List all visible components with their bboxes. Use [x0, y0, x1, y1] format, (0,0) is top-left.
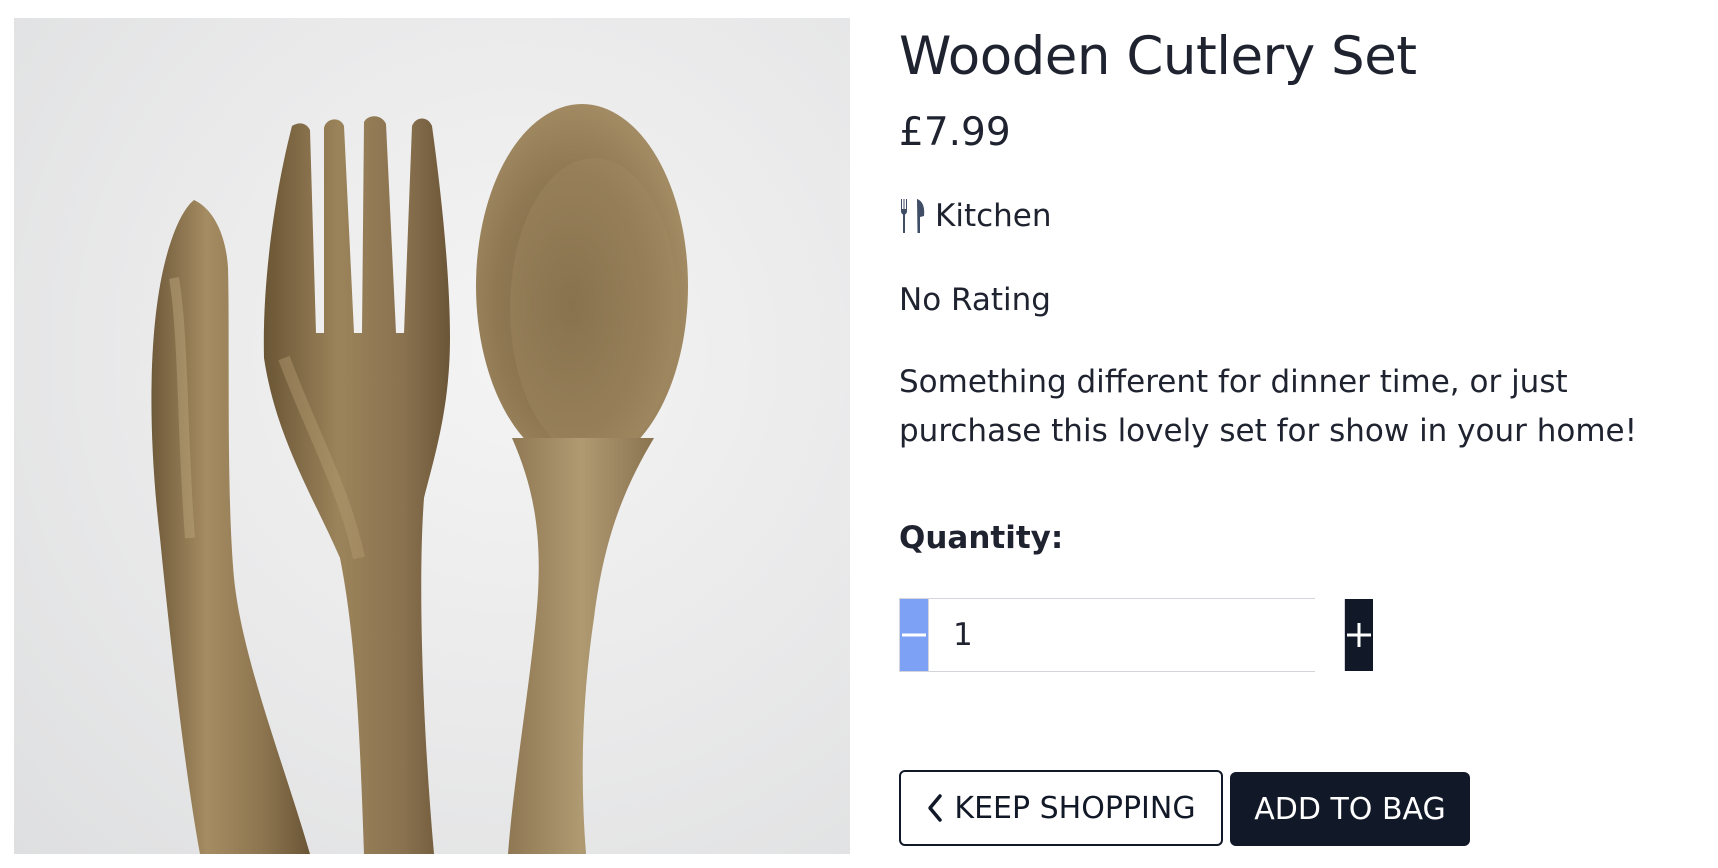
product-title: Wooden Cutlery Set — [899, 26, 1417, 87]
product-description: Something different for dinner time, or … — [899, 364, 1638, 449]
quantity-label: Quantity: — [899, 520, 1064, 556]
spoon-handle — [508, 438, 654, 854]
rating-text: No Rating — [899, 282, 1051, 318]
utensils-icon — [901, 199, 925, 233]
add-to-bag-label: ADD TO BAG — [1254, 791, 1446, 827]
increment-button[interactable] — [1345, 599, 1373, 671]
quantity-stepper — [899, 598, 1373, 672]
category-label: Kitchen — [935, 198, 1052, 234]
product-image — [14, 18, 850, 854]
keep-shopping-label: KEEP SHOPPING — [954, 790, 1196, 826]
add-to-bag-button[interactable]: ADD TO BAG — [1230, 772, 1470, 846]
fork-shape — [263, 116, 450, 854]
keep-shopping-button[interactable]: KEEP SHOPPING — [899, 770, 1223, 846]
decrement-button[interactable] — [900, 599, 928, 671]
cutlery-photo — [151, 104, 688, 854]
minus-icon — [902, 633, 926, 637]
quantity-input[interactable] — [928, 599, 1345, 671]
product-price: £7.99 — [899, 110, 1011, 155]
chevron-left-icon — [928, 794, 943, 822]
category-link[interactable]: Kitchen — [899, 198, 1052, 234]
product-detail-page: Wooden Cutlery Set £7.99 Kitchen No Rati… — [0, 0, 1718, 868]
plus-icon — [1347, 623, 1371, 647]
